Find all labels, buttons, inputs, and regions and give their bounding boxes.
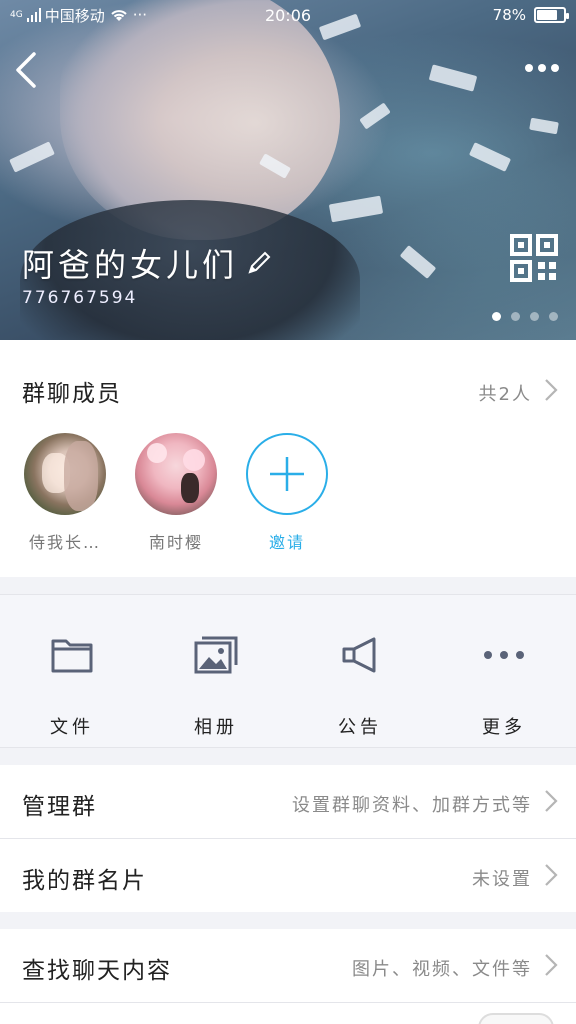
battery-icon xyxy=(534,7,569,23)
folder-icon xyxy=(51,639,93,673)
group-number: 776767594 xyxy=(22,288,138,308)
more-options-button[interactable] xyxy=(522,56,562,80)
my-group-card-row[interactable]: 我的群名片 未设置 xyxy=(0,839,576,912)
banner-page-indicator xyxy=(492,312,558,321)
action-label: 文件 xyxy=(50,717,94,738)
chevron-left-icon xyxy=(16,52,36,88)
invite-circle[interactable] xyxy=(246,433,328,515)
page-dot xyxy=(492,312,501,321)
more-icon xyxy=(484,651,524,659)
files-action[interactable]: 文件 xyxy=(12,633,132,739)
avatar[interactable] xyxy=(24,433,106,515)
back-button[interactable] xyxy=(10,50,46,90)
row-hint: 图片、视频、文件等 xyxy=(352,959,532,980)
quick-actions-bar: 文件 相册 公告 更多 xyxy=(0,594,576,748)
clock: 20:06 xyxy=(264,5,312,25)
announcement-action[interactable]: 公告 xyxy=(300,633,420,739)
group-members-section: 群聊成员 共2人 侍我长… 南时樱 邀请 xyxy=(0,340,576,577)
page-dot xyxy=(530,312,539,321)
member-item[interactable]: 南时樱 xyxy=(134,433,218,553)
banner-petal xyxy=(9,141,55,173)
row-hint: 未设置 xyxy=(472,869,532,890)
action-label: 更多 xyxy=(482,717,526,738)
more-action[interactable]: 更多 xyxy=(444,633,564,739)
row-title: 管理群 xyxy=(22,794,97,820)
chevron-right-icon xyxy=(545,864,558,886)
megaphone-icon xyxy=(342,637,376,673)
manage-group-row[interactable]: 管理群 设置群聊资料、加群方式等 xyxy=(0,765,576,838)
next-row-partial[interactable] xyxy=(0,1003,576,1024)
dot xyxy=(538,64,546,72)
edit-pencil-icon[interactable] xyxy=(246,250,272,276)
banner-petal xyxy=(359,102,391,130)
member-count[interactable]: 共2人 xyxy=(479,380,532,406)
chevron-right-icon[interactable] xyxy=(544,378,558,402)
avatar[interactable] xyxy=(135,433,217,515)
status-bar: 4G 中国移动 ··· 20:06 78% xyxy=(0,0,576,30)
banner-petal xyxy=(468,142,512,172)
chevron-right-icon xyxy=(545,954,558,976)
members-title: 群聊成员 xyxy=(22,381,122,407)
row-title: 我的群名片 xyxy=(22,868,147,894)
dot xyxy=(525,64,533,72)
battery-percent: 78% xyxy=(492,6,526,24)
action-label: 相册 xyxy=(194,717,238,738)
member-name: 南时樱 xyxy=(148,533,203,552)
album-action[interactable]: 相册 xyxy=(156,633,276,739)
search-chat-row[interactable]: 查找聊天内容 图片、视频、文件等 xyxy=(0,929,576,1002)
group-name[interactable]: 阿爸的女儿们 xyxy=(22,240,272,286)
qr-code-button[interactable] xyxy=(510,234,558,282)
invite-label: 邀请 xyxy=(268,533,305,552)
page-dot xyxy=(549,312,558,321)
page-dot xyxy=(511,312,520,321)
action-label: 公告 xyxy=(338,717,382,738)
banner-petal xyxy=(328,195,384,223)
group-header-banner[interactable]: 4G 中国移动 ··· 20:06 78% 阿爸的女儿们 776767594 xyxy=(0,0,576,340)
member-name: 侍我长… xyxy=(28,533,101,552)
row-hint: 设置群聊资料、加群方式等 xyxy=(292,795,532,816)
plus-icon xyxy=(270,457,304,491)
invite-member-button[interactable]: 邀请 xyxy=(245,433,329,553)
dot xyxy=(551,64,559,72)
qr-code-icon xyxy=(510,234,558,282)
chevron-right-icon xyxy=(545,790,558,812)
banner-petal xyxy=(428,64,478,92)
album-icon xyxy=(194,636,238,674)
row-title: 查找聊天内容 xyxy=(22,958,172,984)
banner-petal xyxy=(529,117,559,135)
toggle-switch[interactable] xyxy=(478,1013,554,1024)
member-item[interactable]: 侍我长… xyxy=(23,433,107,553)
group-name-text: 阿爸的女儿们 xyxy=(22,246,239,284)
banner-petal xyxy=(399,245,437,279)
